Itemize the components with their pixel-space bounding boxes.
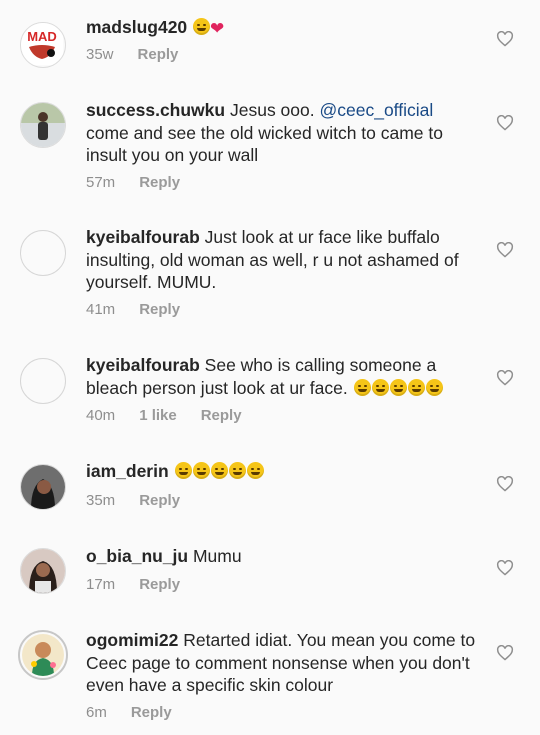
comment-time: 6m	[86, 704, 107, 721]
comment-body: Jesus ooo.	[229, 100, 320, 120]
reply-button[interactable]: Reply	[139, 492, 180, 509]
avatar[interactable]: MAD	[20, 22, 66, 68]
comment-text: ogomimi22 Retarted idiat. You mean you c…	[86, 629, 478, 697]
comment-meta: 40m 1 like Reply	[86, 407, 242, 424]
like-heart-icon[interactable]	[496, 242, 514, 258]
comment-username[interactable]: kyeibalfourab	[86, 355, 200, 375]
avatar[interactable]	[20, 230, 66, 276]
like-heart-icon[interactable]	[496, 476, 514, 492]
comment-text: kyeibalfourab Just look at ur face like …	[86, 226, 478, 294]
comment-text: success.chuwku Jesus ooo. @ceec_official…	[86, 99, 478, 167]
pensive-face-icon	[353, 378, 371, 396]
user-photo-icon	[21, 103, 65, 147]
comment-time: 41m	[86, 301, 116, 318]
like-heart-icon[interactable]	[496, 645, 514, 661]
comment-meta: 35m Reply	[86, 492, 180, 509]
comment-body: come and see the old wicked witch to cam…	[86, 122, 443, 166]
avatar[interactable]	[18, 630, 68, 680]
comment-username[interactable]: o_bia_nu_ju	[86, 546, 188, 566]
red-heart-icon: ❤	[210, 19, 225, 38]
avatar[interactable]	[20, 102, 66, 148]
mad-logo-icon: MAD	[21, 23, 63, 65]
like-heart-icon[interactable]	[496, 31, 514, 47]
like-heart-icon[interactable]	[496, 115, 514, 131]
grinning-squinting-face-icon	[228, 462, 246, 479]
avatar[interactable]	[20, 464, 66, 510]
comment-meta: 35w Reply	[86, 46, 178, 63]
reply-button[interactable]: Reply	[139, 174, 180, 191]
grinning-squinting-face-icon	[210, 462, 228, 479]
comment-time: 35w	[86, 46, 114, 63]
rolling-laughing-face-icon	[407, 378, 425, 396]
comment-time: 35m	[86, 492, 116, 509]
comment-time: 40m	[86, 407, 116, 424]
grinning-squinting-face-icon	[246, 462, 264, 479]
comment-time: 57m	[86, 174, 116, 191]
like-heart-icon[interactable]	[496, 560, 514, 576]
comment-meta: 41m Reply	[86, 301, 180, 318]
rolling-laughing-face-icon	[389, 378, 407, 396]
like-heart-icon[interactable]	[496, 370, 514, 386]
comment-text: kyeibalfourab See who is calling someone…	[86, 354, 478, 399]
grinning-squinting-face-icon	[174, 462, 192, 479]
avatar[interactable]	[20, 548, 66, 594]
user-photo-icon	[22, 634, 64, 676]
reply-button[interactable]: Reply	[201, 407, 242, 424]
comment-username[interactable]: iam_derin	[86, 461, 169, 481]
reply-button[interactable]: Reply	[139, 301, 180, 318]
comment-username[interactable]: success.chuwku	[86, 100, 225, 120]
comment-meta: 6m Reply	[86, 704, 172, 721]
pensive-face-icon	[371, 378, 389, 396]
comment-text: madslug420 ❤	[86, 16, 478, 41]
reply-button[interactable]: Reply	[131, 704, 172, 721]
user-photo-icon	[21, 465, 65, 509]
comment-meta: 17m Reply	[86, 576, 180, 593]
avatar-text: MAD	[27, 29, 57, 44]
rolling-laughing-face-icon	[425, 378, 443, 396]
comment-username[interactable]: kyeibalfourab	[86, 227, 200, 247]
comment-body: Mumu	[192, 546, 242, 566]
likes-count[interactable]: 1 like	[139, 407, 177, 424]
comments-list: MAD madslug420 ❤ 35w Reply success.chuwk…	[0, 0, 540, 735]
avatar[interactable]	[20, 358, 66, 404]
smiling-face-with-sunglasses-icon	[193, 18, 211, 35]
reply-button[interactable]: Reply	[138, 46, 179, 63]
comment-meta: 57m Reply	[86, 174, 180, 191]
comment-text: iam_derin	[86, 460, 478, 483]
mention-link[interactable]: @ceec_official	[319, 100, 433, 120]
user-photo-icon	[21, 549, 65, 593]
reply-button[interactable]: Reply	[139, 576, 180, 593]
comment-username[interactable]: ogomimi22	[86, 630, 178, 650]
comment-username[interactable]: madslug420	[86, 17, 187, 37]
comment-time: 17m	[86, 576, 116, 593]
grinning-squinting-face-icon	[192, 462, 210, 479]
comment-text: o_bia_nu_ju Mumu	[86, 545, 478, 568]
